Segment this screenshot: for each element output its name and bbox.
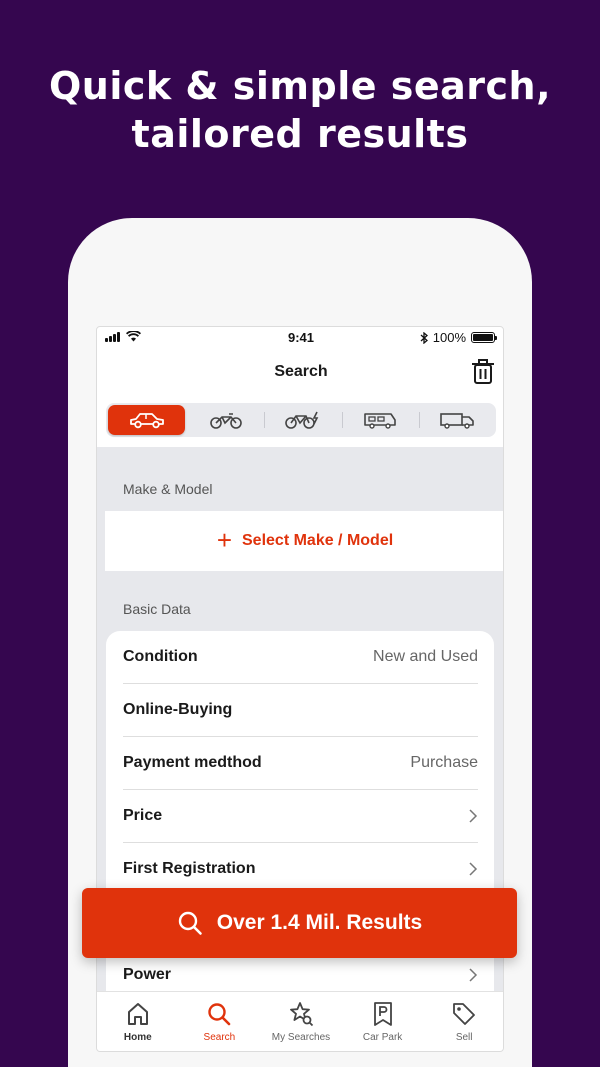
ebike-icon [285,411,319,429]
select-make-model-label: Select Make / Model [242,532,394,549]
motorbike-icon [209,413,242,429]
tab-sell[interactable]: Sell [423,992,503,1051]
headline: Quick & simple search, tailored results [0,62,600,158]
filter-row-price[interactable]: Price [123,790,478,843]
basic-data-card: Condition New and Used Online-Buying Pay… [106,631,494,1051]
filter-row-condition[interactable]: Condition New and Used [123,631,478,684]
chevron-right-icon [469,968,478,982]
trash-icon[interactable] [471,359,495,385]
row-value: New and Used [373,648,478,665]
tag-icon [453,1003,476,1025]
select-make-model-button[interactable]: + Select Make / Model [105,511,503,571]
show-results-button[interactable]: Over 1.4 Mil. Results [82,888,517,958]
status-bar: 9:41 100% [97,327,503,349]
row-label: Online-Buying [123,701,233,718]
tab-bar: Home Search My Searches Car Park Sell [97,991,503,1051]
tab-search[interactable]: Search [179,992,261,1051]
vehicle-type-truck[interactable] [418,403,496,437]
tab-label: Sell [455,1032,473,1043]
page-title: Search [274,363,328,380]
row-label: Power [123,966,172,983]
chevron-right-icon [469,809,478,823]
headline-line-2: tailored results [131,112,469,156]
vehicle-type-selector [106,403,496,437]
chevron-right-icon [469,862,478,876]
vehicle-type-motorbike[interactable] [187,403,264,437]
vehicle-type-motorhome[interactable] [341,403,419,437]
row-label: First Registration [123,860,256,877]
battery-icon [471,332,497,343]
tab-label: Home [123,1032,152,1043]
battery-percent: 100% [432,330,466,345]
search-icon [178,911,202,935]
make-model-section-label: Make & Model [123,481,213,497]
car-icon [129,413,164,429]
filter-row-online-buying[interactable]: Online-Buying [123,684,478,737]
tab-label: My Searches [271,1032,331,1043]
car-park-icon [373,1002,392,1026]
top-area: 9:41 100% Search [97,327,503,447]
row-value: Purchase [410,754,478,771]
tab-label: Search [203,1032,236,1043]
motorhome-icon [364,413,397,429]
plus-icon: + [216,524,232,555]
saved-search-icon [290,1002,314,1027]
basic-data-section-label: Basic Data [123,601,191,617]
tab-car-park[interactable]: Car Park [342,992,424,1051]
vehicle-type-car[interactable] [108,405,186,435]
home-icon [127,1003,148,1025]
row-label: Price [123,807,163,824]
tab-label: Car Park [362,1032,403,1043]
row-label: Condition [123,648,198,665]
results-button-label: Over 1.4 Mil. Results [216,911,423,934]
bluetooth-icon [420,331,428,344]
vehicle-type-ebike[interactable] [264,403,341,437]
headline-line-1: Quick & simple search, [48,64,552,108]
search-icon [208,1003,231,1026]
truck-icon [440,413,475,429]
tab-my-searches[interactable]: My Searches [260,992,342,1051]
filter-row-payment-method[interactable]: Payment medthod Purchase [123,737,478,790]
tab-home[interactable]: Home [97,992,179,1051]
row-label: Payment medthod [123,754,262,771]
